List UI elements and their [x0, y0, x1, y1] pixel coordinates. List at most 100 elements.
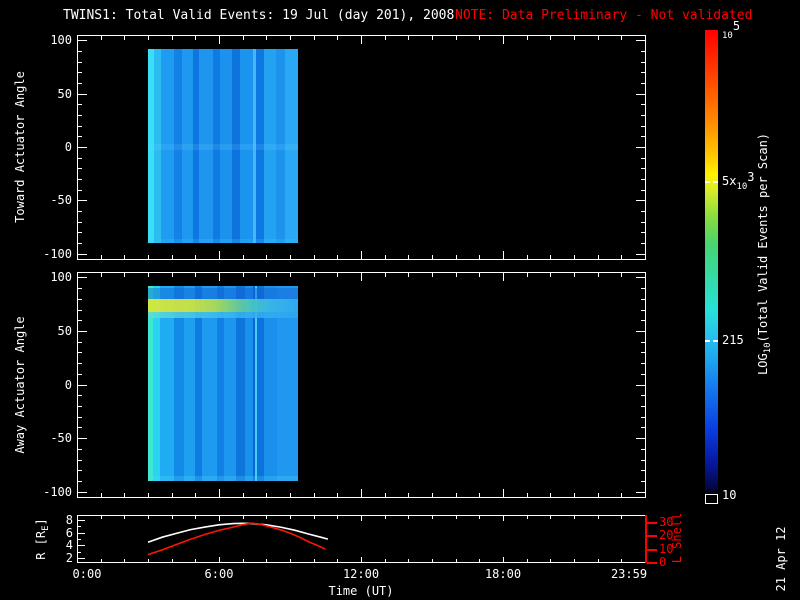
colorbar-tick-label: 5x103 [722, 170, 755, 193]
y-tick [78, 448, 82, 450]
y-tick [641, 416, 645, 418]
date-stamp: 21 Apr 12 [774, 526, 788, 592]
x-tick [361, 251, 362, 259]
y-tick [641, 470, 645, 472]
x-tick [219, 516, 220, 521]
y-tick [78, 51, 82, 52]
x-tick [219, 273, 220, 281]
x-tick [77, 489, 78, 497]
x-tick [574, 273, 575, 277]
heatmap-away-overlay [148, 475, 299, 481]
x-tick [148, 273, 149, 277]
x-tick [195, 516, 197, 519]
y-tick [78, 136, 82, 138]
colorbar-tick-label-part: 5x [722, 174, 737, 189]
heatmap-toward [148, 48, 299, 243]
y-tick [641, 298, 645, 300]
x-tick [171, 273, 173, 277]
y-tick [641, 179, 645, 180]
y-tick [641, 427, 645, 429]
x-tick [597, 559, 599, 562]
x-tick [550, 36, 552, 40]
x-tick [337, 255, 339, 259]
y-tick [78, 373, 82, 375]
y-tick [78, 168, 82, 170]
x-tick [171, 516, 173, 519]
colorbar-tick-label-part: 10 [736, 182, 748, 193]
y-tick-label: -100 [43, 484, 72, 499]
y-tick [641, 211, 645, 212]
y-tick [78, 189, 82, 191]
x-tick [148, 36, 149, 40]
y-tick [641, 104, 645, 106]
heatmap-toward-overlay [148, 238, 299, 243]
x-tick [266, 559, 268, 562]
x-tick [408, 255, 410, 259]
time-tick-label: 6:00 [204, 567, 234, 581]
x-tick [219, 489, 220, 497]
y-tick [78, 253, 87, 255]
x-tick [195, 559, 197, 562]
colorbar [705, 30, 718, 495]
y-tick [78, 395, 82, 397]
page-title: TWINS1: Total Valid Events: 19 Jul (day … [63, 8, 455, 23]
x-tick [219, 36, 220, 44]
y-tick-label: 0 [64, 140, 72, 154]
colorbar-tick-line [705, 181, 718, 184]
lshell-tick [647, 548, 657, 551]
y-tick [636, 384, 645, 386]
lshell-tick [647, 521, 657, 524]
y-tick [78, 470, 82, 472]
x-tick [148, 516, 149, 519]
y-tick [641, 168, 645, 170]
x-tick [242, 559, 244, 562]
y-tick [641, 395, 645, 397]
x-tick [148, 255, 149, 259]
y-tick [78, 416, 82, 418]
y-tick [641, 61, 645, 63]
x-tick [242, 273, 244, 277]
heatmap-away-overlay [148, 298, 299, 312]
x-tick [361, 516, 362, 521]
x-tick [77, 251, 78, 259]
colorbar-tick-label-part: 5 [732, 19, 741, 33]
y-tick [636, 491, 645, 493]
x-tick [526, 559, 528, 562]
x-tick [432, 36, 433, 40]
x-tick [479, 255, 481, 259]
x-tick [384, 273, 386, 277]
x-tick [337, 273, 339, 277]
x-tick [124, 559, 126, 562]
x-tick [479, 559, 481, 562]
x-tick [408, 559, 410, 562]
x-tick [242, 516, 244, 519]
y-tick [78, 352, 82, 354]
y-tick-label: 50 [57, 86, 72, 101]
x-tick [219, 557, 220, 562]
colorbar-axis-label: LOG10(Total Valid Events per Scan) [756, 84, 773, 424]
x-tick [124, 273, 126, 277]
y-tick [641, 405, 645, 407]
x-tick [384, 36, 386, 40]
x-tick [432, 255, 433, 259]
x-tick [621, 273, 623, 277]
r-tick [78, 532, 85, 534]
y-tick [78, 438, 87, 440]
x-tick [313, 493, 315, 497]
x-tick [266, 36, 268, 40]
x-tick [479, 493, 481, 497]
x-tick [503, 516, 504, 521]
x-tick [526, 516, 528, 519]
y-tick [641, 189, 645, 191]
x-tick [361, 489, 362, 497]
x-tick [550, 273, 552, 277]
y-tick-label: -50 [50, 193, 72, 208]
r-minor-tick [78, 526, 81, 528]
x-tick [171, 559, 173, 562]
x-tick [337, 559, 339, 562]
x-tick [621, 36, 623, 40]
y-tick [636, 277, 645, 279]
y-tick [641, 448, 645, 450]
x-tick [550, 559, 552, 562]
x-tick [290, 255, 291, 259]
